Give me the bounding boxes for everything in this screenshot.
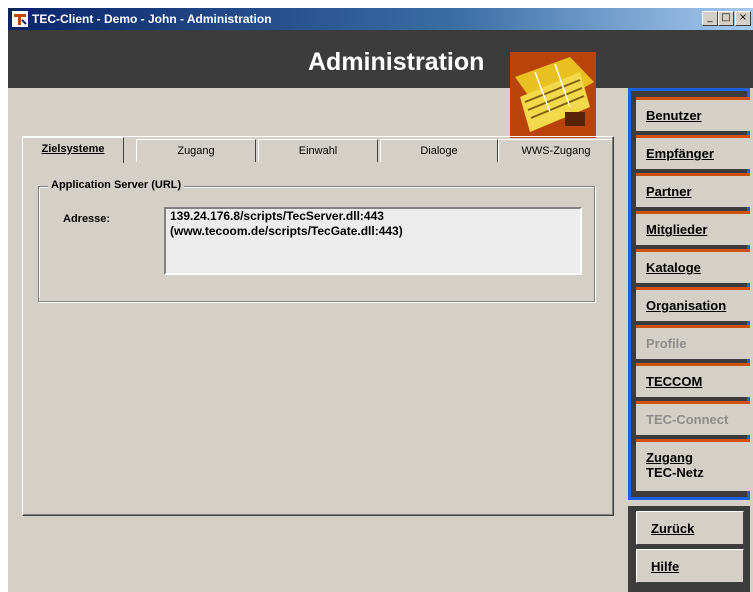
mitglieder-label: Mitglieder	[646, 222, 708, 237]
empfaenger-button[interactable]: Empfänger	[636, 135, 750, 169]
partner-button[interactable]: Partner	[636, 173, 750, 207]
partner-label: Partner	[646, 184, 692, 199]
tec-connect-label: TEC-Connect	[646, 412, 729, 427]
hilfe-label: Hilfe	[651, 558, 680, 574]
hilfe-button[interactable]: Hilfe	[636, 549, 744, 583]
organisation-label: Organisation	[646, 298, 727, 313]
title-bar[interactable]: TEC-Client - Demo - John - Administratio…	[8, 8, 753, 30]
address-label: Adresse:	[63, 213, 111, 225]
teccom-label: TECCOM	[646, 374, 703, 389]
window-title: TEC-Client - Demo - John - Administratio…	[32, 12, 272, 26]
page-title: Administration	[308, 48, 485, 76]
zugang-tec-netz-button[interactable]: Zugang TEC-Netz	[636, 439, 750, 491]
zurueck-label: Zurück	[651, 520, 695, 536]
mitglieder-button[interactable]: Mitglieder	[636, 211, 750, 245]
address-line-2: (www.tecoom.de/scripts/TecGate.dll:443)	[170, 224, 403, 238]
kataloge-button[interactable]: Kataloge	[636, 249, 750, 283]
address-field[interactable]: 139.24.176.8/scripts/TecServer.dll:443 (…	[164, 207, 582, 275]
address-line-1: 139.24.176.8/scripts/TecServer.dll:443	[170, 209, 384, 223]
empfaenger-label: Empfänger	[646, 146, 714, 161]
tec-logo-icon	[510, 52, 596, 138]
logo-graphic	[510, 52, 596, 138]
tab-zielsysteme[interactable]: Zielsysteme	[22, 137, 124, 163]
zurueck-button[interactable]: Zurück	[636, 511, 744, 545]
minimize-button[interactable]: _	[702, 11, 718, 26]
teccom-button[interactable]: TECCOM	[636, 363, 750, 397]
maximize-button[interactable]: □	[718, 11, 734, 26]
profile-label: Profile	[646, 336, 687, 351]
benutzer-button[interactable]: Benutzer	[636, 97, 750, 131]
app-icon	[12, 11, 28, 27]
organisation-button[interactable]: Organisation	[636, 287, 750, 321]
profile-button: Profile	[636, 325, 750, 359]
header-bar: Administration	[8, 30, 753, 88]
application-window: TEC-Client - Demo - John - Administratio…	[8, 8, 753, 592]
close-button[interactable]: ×	[735, 11, 751, 26]
zugang-tec-netz-label-2: TEC-Netz	[646, 465, 704, 480]
tec-connect-button: TEC-Connect	[636, 401, 750, 435]
group-legend: Application Server (URL)	[48, 179, 185, 191]
kataloge-label: Kataloge	[646, 260, 701, 275]
benutzer-label: Benutzer	[646, 108, 702, 123]
zugang-tec-netz-label-1: Zugang	[646, 450, 693, 465]
